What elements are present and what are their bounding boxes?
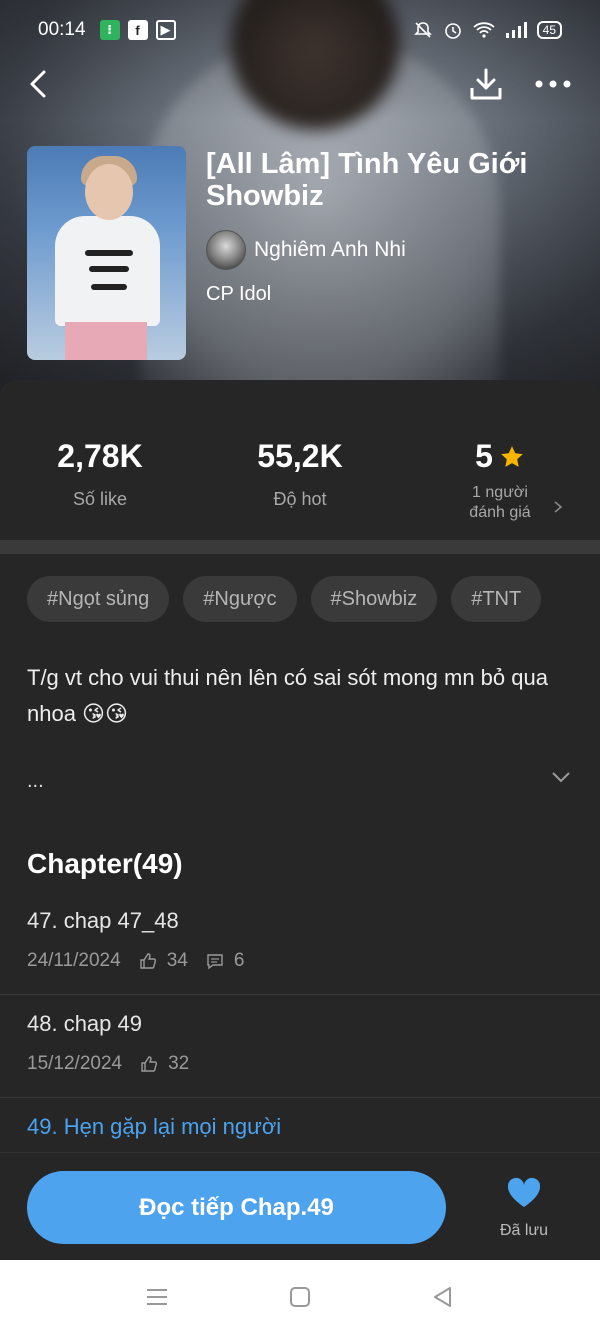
chapter-item[interactable]: 47. chap 47_48 24/11/2024 34 6 [0,892,600,995]
video-app-icon: ▶ [155,20,176,40]
home-icon[interactable] [287,1284,313,1310]
chapter-likes: 34 [166,950,188,971]
story-description: T/g vt cho vui thui nên lên có sai sót m… [27,665,548,726]
section-divider [0,540,600,554]
chapter-comments: 6 [233,950,245,971]
mute-bell-icon [413,22,432,38]
chapter-name: 47. chap 47_48 [27,908,179,933]
more-options-icon[interactable] [530,64,576,104]
tag-chip[interactable]: #Ngọt sủng [27,576,170,622]
stat-hot: 55,2K Độ hot [200,438,400,510]
hot-value: 55,2K [257,438,343,474]
alarm-icon [444,23,461,39]
bottom-action-bar: Đọc tiếp Chap.49 Đã lưu [0,1152,600,1260]
author-info[interactable]: Nghiêm Anh Nhi [206,230,406,270]
menu-icon[interactable] [144,1284,170,1310]
signal-icon [505,22,527,38]
status-bar: 00:14 ⁝ f ▶ 45 [0,0,600,60]
stats-row: 2,78K Số like 55,2K Độ hot 5 1 người đán… [0,380,600,540]
hot-label: Độ hot [273,489,327,509]
author-name[interactable]: Nghiêm Anh Nhi [254,238,406,262]
chapter-item[interactable]: 48. chap 49 15/12/2024 32 [0,995,600,1098]
tag-chip[interactable]: #TNT [451,576,542,622]
story-cover-image [27,146,186,360]
comment-icon [207,954,223,970]
chapters-heading: Chapter(49) [27,848,183,879]
heart-icon [507,1177,541,1207]
facebook-icon: f [127,20,148,40]
like-icon [139,953,156,969]
back-triangle-icon[interactable] [430,1284,456,1310]
system-navigation-bar [0,1260,600,1333]
story-title: [All Lâm] Tình Yêu Giới Showbiz [206,148,528,212]
back-arrow-icon[interactable] [22,66,58,102]
rating-value: 5 [475,438,493,474]
stat-rating[interactable]: 5 1 người đánh giá [400,438,600,523]
likes-value: 2,78K [57,438,143,474]
star-icon [501,445,523,467]
top-bar [0,60,600,106]
wifi-icon [473,22,495,38]
description-ellipsis: ... [27,770,44,792]
tag-list: #Ngọt sủng #Ngược #Showbiz #TNT [27,576,542,622]
status-time: 00:14 [38,19,86,40]
app-notification-icon: ⁝ [99,20,120,40]
chapter-date: 24/11/2024 [27,950,121,971]
author-avatar[interactable] [206,230,246,270]
tag-chip[interactable]: #Showbiz [310,576,438,622]
tag-chip[interactable]: #Ngược [183,576,297,622]
story-detail-panel: 2,78K Số like 55,2K Độ hot 5 1 người đán… [0,380,600,1260]
stat-likes: 2,78K Số like [0,438,200,510]
chevron-down-icon[interactable] [550,770,572,784]
chapter-likes: 32 [168,1053,190,1074]
continue-reading-button[interactable]: Đọc tiếp Chap.49 [27,1171,446,1244]
saved-button[interactable]: Đã lưu [492,1177,556,1240]
rating-label-line1: 1 người [472,484,528,501]
rating-label-line2: đánh giá [469,504,531,521]
download-icon[interactable] [466,64,506,104]
likes-label: Số like [72,489,128,509]
chapter-name: 49. Hẹn gặp lại mọi người [27,1114,282,1139]
battery-indicator: 45 [536,21,562,39]
saved-label: Đã lưu [499,1222,549,1239]
chapter-date: 15/12/2024 [27,1053,123,1074]
chapter-name: 48. chap 49 [27,1011,142,1036]
chevron-right-icon[interactable] [552,500,564,514]
story-category[interactable]: CP Idol [206,283,271,306]
like-icon [141,1056,158,1072]
